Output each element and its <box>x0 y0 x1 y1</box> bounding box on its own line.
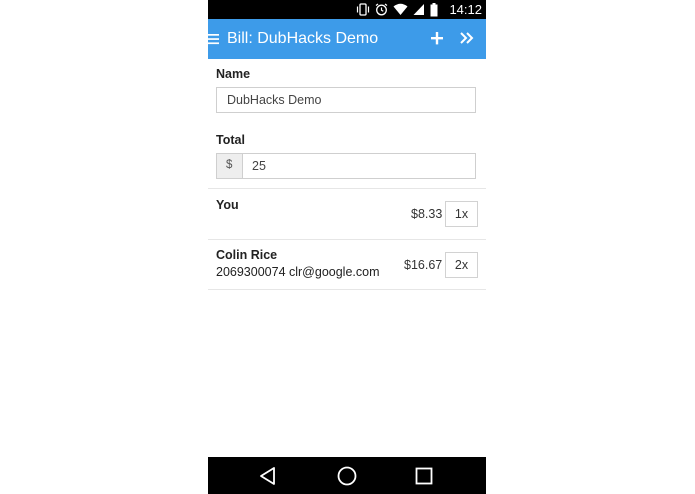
participant-row: Colin Rice 2069300074 clr@google.com $16… <box>208 240 486 290</box>
name-field[interactable]: DubHacks Demo <box>216 87 476 113</box>
double-chevron-right-icon[interactable] <box>457 27 477 49</box>
signal-icon <box>413 4 424 15</box>
menu-icon[interactable] <box>208 30 220 48</box>
battery-icon <box>430 2 438 16</box>
participant-name: Colin Rice <box>216 248 278 262</box>
currency-addon: $ <box>217 154 243 178</box>
participant-contact: 2069300074 clr@google.com <box>216 265 380 279</box>
back-icon[interactable] <box>256 464 280 488</box>
participant-amount: $8.33 <box>411 207 443 221</box>
status-icons <box>356 2 438 17</box>
total-field[interactable]: $ 25 <box>216 153 476 179</box>
share-multiplier-button[interactable]: 2x <box>445 252 478 278</box>
participant-name: You <box>216 198 239 212</box>
total-label: Total <box>216 133 245 147</box>
status-bar: 14:12 <box>208 0 486 19</box>
system-nav-bar <box>208 457 486 494</box>
name-label: Name <box>216 67 251 81</box>
app-bar: Bill: DubHacks Demo <box>208 19 486 59</box>
total-field-value: 25 <box>252 159 266 173</box>
wifi-icon <box>393 3 408 15</box>
alarm-icon <box>375 3 388 16</box>
add-icon[interactable] <box>427 27 447 49</box>
participant-amount: $16.67 <box>404 258 443 272</box>
currency-symbol: $ <box>226 159 233 171</box>
vibrate-icon <box>356 3 370 16</box>
share-multiplier-button[interactable]: 1x <box>445 201 478 227</box>
recents-icon[interactable] <box>412 464 436 488</box>
home-icon[interactable] <box>335 464 359 488</box>
phone-screen: 14:12 Bill: DubHacks Demo Name DubHacks … <box>208 0 486 494</box>
name-field-value: DubHacks Demo <box>227 93 322 107</box>
page-title: Bill: DubHacks Demo <box>227 30 379 47</box>
participant-row: You $8.33 1x <box>208 189 486 239</box>
status-time: 14:12 <box>449 2 482 17</box>
divider <box>208 289 486 290</box>
